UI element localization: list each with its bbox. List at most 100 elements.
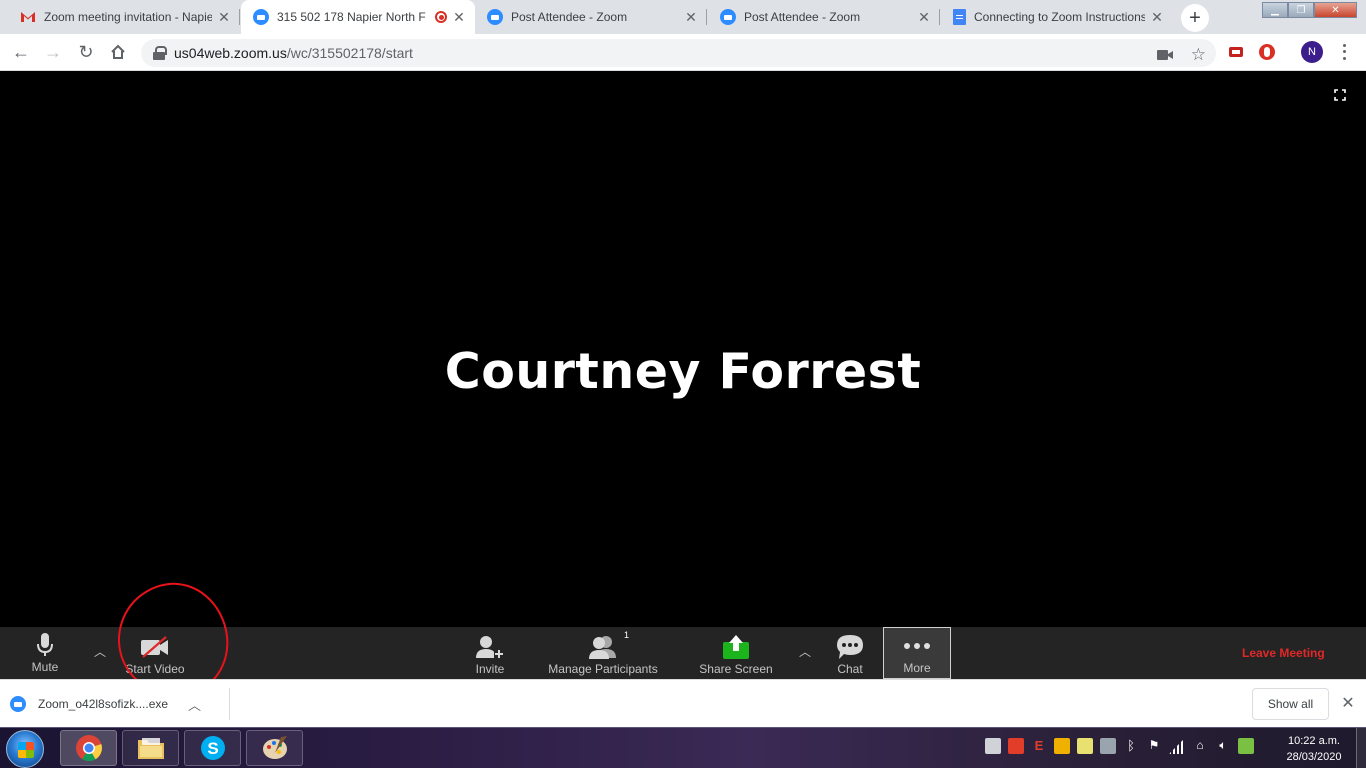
tab-title: 315 502 178 Napier North F [277,10,426,24]
volume-icon[interactable]: 🔈︎ [1215,738,1231,754]
tray-app-icon[interactable] [1008,738,1024,754]
taskbar-file-explorer[interactable] [122,730,179,766]
share-screen-icon [723,635,749,659]
start-button[interactable] [6,730,44,768]
back-button[interactable]: ← [8,39,34,65]
action-center-flag-icon[interactable]: ⚑ [1146,738,1162,754]
reload-button[interactable]: ↻ [73,39,99,65]
start-video-button[interactable]: Start Video [120,627,190,679]
battery-icon[interactable] [1238,738,1254,754]
signal-icon[interactable] [1169,738,1185,754]
skype-icon: S [200,736,225,760]
meeting-video-area: Courtney Forrest [0,71,1366,627]
video-off-icon [141,636,168,658]
participants-icon [589,636,616,659]
recording-icon [435,11,447,23]
tray-app-icon[interactable] [985,738,1001,754]
address-bar[interactable]: us04web.zoom.us/wc/315502178/start ☆ [141,39,1216,67]
close-icon: ✕ [1331,4,1340,16]
tab-post-attendee-1[interactable]: Post Attendee - Zoom ✕ [475,0,707,34]
paint-palette-icon [262,736,287,759]
window-controls: ▁ ❐ ✕ [1262,2,1357,18]
gmail-icon [20,11,36,23]
plus-icon: + [1189,6,1201,29]
extension-icon[interactable] [1227,43,1245,61]
close-window-button[interactable]: ✕ [1314,2,1357,18]
windows-taskbar: S E ᛒ ⚑ ⌂ 🔈︎ 10:22 a.m. 28/03/2020 [0,727,1366,768]
tray-app-icon[interactable] [1100,738,1116,754]
arrow-left-icon: ← [12,41,30,62]
screen: Zoom meeting invitation - Napier ✕ 315 5… [0,0,1366,768]
tab-connecting-instructions[interactable]: Connecting to Zoom Instructions ✕ [941,0,1173,34]
bluetooth-icon[interactable]: ᛒ [1123,738,1139,754]
show-desktop-button[interactable] [1356,728,1366,768]
close-icon[interactable]: ✕ [1339,694,1357,712]
tray-app-icon[interactable]: E [1031,738,1047,754]
restore-button[interactable]: ❐ [1288,2,1314,18]
downloads-shelf: Zoom_o42l8sofizk....exe ︿ Show all ✕ [0,679,1366,727]
mute-label: Mute [31,660,59,674]
star-icon[interactable]: ☆ [1191,45,1206,65]
arrow-right-icon: → [44,41,62,62]
tab-zoom-meeting[interactable]: 315 502 178 Napier North F ✕ [241,0,475,34]
svg-text:S: S [207,739,218,758]
taskbar-paint[interactable] [246,730,303,766]
manage-participants-button[interactable]: 1 Manage Participants [543,627,663,679]
taskbar-skype[interactable]: S [184,730,241,766]
tab-title: Post Attendee - Zoom [744,10,861,24]
chat-button[interactable]: Chat [832,627,868,679]
microphone-icon [37,633,53,656]
share-options-chevron-up-icon[interactable]: ︿ [797,643,813,659]
close-icon[interactable]: ✕ [1149,9,1165,25]
more-dots-icon [904,643,930,649]
home-icon [111,44,125,59]
more-label: More [903,661,931,675]
share-screen-label: Share Screen [699,662,773,676]
chat-label: Chat [837,662,863,676]
docs-icon [953,9,966,25]
audio-options-chevron-up-icon[interactable]: ︿ [92,643,108,659]
url-text[interactable]: us04web.zoom.us/wc/315502178/start [174,45,413,61]
fullscreen-icon[interactable] [1334,89,1346,101]
tab-gmail-invitation[interactable]: Zoom meeting invitation - Napier ✕ [8,0,240,34]
lock-icon [153,46,167,60]
download-item[interactable]: Zoom_o42l8sofizk....exe ︿ [10,688,230,720]
more-button[interactable]: More [883,627,951,679]
network-icon[interactable]: ⌂ [1192,738,1208,754]
close-icon[interactable]: ✕ [683,9,699,25]
chrome-icon [75,735,102,762]
home-button[interactable] [105,39,131,65]
start-video-label: Start Video [125,662,185,676]
minimize-button[interactable]: ▁ [1262,2,1288,18]
meeting-control-bar: Mute ︿ Start Video Invite 1 Manage Parti… [0,627,1366,679]
menu-kebab-icon[interactable] [1337,42,1351,62]
avatar[interactable]: N [1301,41,1323,63]
close-icon[interactable]: ✕ [451,9,467,25]
close-icon[interactable]: ✕ [216,9,232,25]
tab-title: Connecting to Zoom Instructions [974,10,1145,24]
tray-app-icon[interactable] [1054,738,1070,754]
reload-icon: ↻ [78,41,94,62]
close-icon[interactable]: ✕ [916,9,932,25]
minimize-icon: ▁ [1271,4,1279,16]
forward-button[interactable]: → [40,39,66,65]
camera-blocked-icon[interactable] [1156,49,1173,61]
taskbar-chrome[interactable] [60,730,117,766]
show-all-button[interactable]: Show all [1252,688,1329,720]
new-tab-button[interactable]: + [1181,4,1209,32]
browser-tab-strip: Zoom meeting invitation - Napier ✕ 315 5… [0,0,1366,34]
url-host: us04web.zoom.us [174,45,287,61]
adblock-icon[interactable] [1258,43,1276,61]
leave-meeting-button[interactable]: Leave Meeting [1242,646,1325,660]
chat-bubble-icon [837,635,863,659]
invite-button[interactable]: Invite [466,627,514,679]
tray-app-icon[interactable] [1077,738,1093,754]
tab-post-attendee-2[interactable]: Post Attendee - Zoom ✕ [708,0,940,34]
chevron-up-icon[interactable]: ︿ [188,695,201,714]
taskbar-clock[interactable]: 10:22 a.m. 28/03/2020 [1278,733,1350,765]
zoom-icon [10,696,26,712]
zoom-icon [720,9,736,25]
share-screen-button[interactable]: Share Screen [696,627,776,679]
mute-button[interactable]: Mute [24,627,66,679]
browser-toolbar: ← → ↻ us04web.zoom.us/wc/315502178/start… [0,34,1366,71]
